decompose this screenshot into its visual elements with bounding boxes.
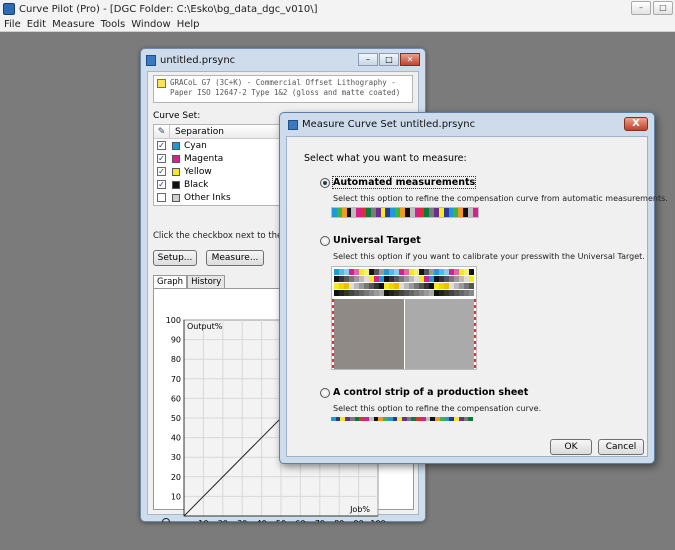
measure-dialog: Measure Curve Set untitled.prsync X Sele…	[279, 112, 668, 464]
dialog-icon	[288, 119, 298, 130]
graph-tabs: Graph History	[153, 275, 226, 288]
y-tick-label: 80	[171, 355, 181, 364]
menu-window[interactable]: Window	[131, 19, 170, 30]
y-tick-label: 30	[171, 453, 181, 462]
control-strip-image	[331, 417, 474, 421]
x-tick-label: 20	[218, 519, 228, 522]
separation-header: ✎ Separation	[154, 124, 287, 139]
separation-column-header[interactable]: Separation	[170, 127, 224, 137]
y-axis-label: Output%	[187, 322, 223, 331]
separation-row[interactable]: ✓ Cyan	[154, 139, 287, 152]
separation-checkbox[interactable]	[157, 193, 166, 202]
menu-file[interactable]: File	[4, 19, 21, 30]
y-tick-label: 90	[171, 336, 181, 345]
menu-bar: File Edit Measure Tools Window Help	[0, 18, 675, 32]
app-title-bar: Curve Pilot (Pro) - [DGC Folder: C:\Esko…	[0, 0, 675, 18]
universal-target-option-label[interactable]: Universal Target	[333, 235, 421, 246]
separation-name: Yellow	[184, 166, 212, 177]
x-tick-label: 100	[370, 519, 385, 522]
universal-target-option-description: Select this option if you want to calibr…	[333, 252, 645, 261]
setup-button[interactable]: Setup...	[153, 250, 197, 266]
dialog-body: Select what you want to measure: Automat…	[286, 136, 668, 457]
curve-set-label: Curve Set:	[153, 111, 201, 121]
control-strip-radio[interactable]	[320, 388, 330, 398]
maximize-icon[interactable]: □	[653, 1, 673, 15]
ink-swatch	[172, 141, 180, 150]
universal-target-radio[interactable]	[320, 236, 330, 246]
x-tick-label: 50	[276, 519, 286, 522]
document-icon	[146, 54, 156, 66]
app-window-controls: – □	[631, 1, 673, 15]
x-tick-label: 70	[315, 519, 325, 522]
separation-row[interactable]: ✓ Magenta	[154, 152, 287, 165]
control-strip-option-description: Select this option to refine the compens…	[333, 404, 542, 413]
separation-name: Other Inks	[184, 192, 231, 203]
characterization-info: GRACoL G7 (3C+K) - Commercial Offset Lit…	[153, 75, 413, 103]
separation-checkbox[interactable]: ✓	[157, 154, 166, 163]
separation-name: Black	[184, 179, 209, 190]
doc-maximize-icon[interactable]: □	[379, 53, 399, 66]
separation-row[interactable]: Other Inks	[154, 191, 287, 204]
automated-radio[interactable]	[320, 178, 330, 188]
universal-target-image	[331, 266, 477, 370]
doc-minimize-icon[interactable]: –	[358, 53, 378, 66]
ink-swatch	[172, 167, 180, 176]
ink-swatch	[172, 180, 180, 189]
y-tick-label: 60	[171, 394, 181, 403]
dialog-close-icon[interactable]: X	[624, 117, 648, 131]
edit-icon[interactable]: ✎	[154, 124, 170, 139]
ok-button[interactable]: OK	[550, 439, 592, 455]
tab-graph[interactable]: Graph	[153, 275, 188, 288]
document-title: untitled.prsync	[160, 54, 236, 66]
x-tick-label: 30	[237, 519, 247, 522]
measure-button[interactable]: Measure...	[206, 250, 264, 266]
automated-option-description: Select this option to refine the compens…	[333, 194, 668, 203]
y-tick-label: 20	[171, 473, 181, 482]
y-tick-label: 40	[171, 434, 181, 443]
tab-history[interactable]: History	[187, 275, 226, 288]
ink-swatch	[172, 193, 180, 202]
document-title-bar[interactable]: untitled.prsync – □ ✕	[141, 49, 425, 71]
app-icon	[3, 3, 15, 15]
x-tick-label: 10	[198, 519, 208, 522]
characterization-text: GRACoL G7 (3C+K) - Commercial Offset Lit…	[170, 78, 401, 97]
separation-checkbox[interactable]: ✓	[157, 141, 166, 150]
x-tick-label: 60	[295, 519, 305, 522]
dialog-title-bar[interactable]: Measure Curve Set untitled.prsync X	[280, 113, 654, 136]
dialog-prompt: Select what you want to measure:	[304, 153, 467, 164]
separation-row[interactable]: ✓ Yellow	[154, 165, 287, 178]
automated-option-label[interactable]: Automated measurements	[331, 176, 477, 189]
note-icon	[157, 79, 166, 88]
control-strip-option-label[interactable]: A control strip of a production sheet	[333, 387, 528, 398]
y-tick-label: 100	[166, 316, 181, 325]
separation-table: ✎ Separation ✓ Cyan ✓ Magenta ✓ Yellow ✓ Black O…	[153, 124, 287, 206]
y-tick-label: 10	[171, 492, 181, 501]
x-tick-label: 90	[354, 519, 364, 522]
x-tick-label: 40	[257, 519, 267, 522]
automated-strip-image	[331, 207, 479, 218]
menu-edit[interactable]: Edit	[27, 19, 46, 30]
menu-measure[interactable]: Measure	[52, 19, 95, 30]
separation-name: Cyan	[184, 140, 207, 151]
app-title: Curve Pilot (Pro) - [DGC Folder: C:\Esko…	[19, 3, 318, 15]
separation-checkbox[interactable]: ✓	[157, 180, 166, 189]
ink-swatch	[172, 154, 180, 163]
y-tick-label: 70	[171, 375, 181, 384]
menu-tools[interactable]: Tools	[101, 19, 126, 30]
zoom-icon[interactable]	[162, 518, 170, 523]
separation-checkbox[interactable]: ✓	[157, 167, 166, 176]
dialog-title: Measure Curve Set untitled.prsync	[302, 119, 476, 130]
minimize-icon[interactable]: –	[631, 1, 651, 15]
x-axis-label: Job%	[349, 505, 370, 514]
menu-help[interactable]: Help	[177, 19, 200, 30]
doc-close-icon[interactable]: ✕	[400, 53, 420, 66]
x-tick-label: 80	[334, 519, 344, 522]
separation-row[interactable]: ✓ Black	[154, 178, 287, 191]
separation-name: Magenta	[184, 153, 224, 164]
cancel-button[interactable]: Cancel	[598, 439, 644, 455]
y-tick-label: 50	[171, 414, 181, 423]
